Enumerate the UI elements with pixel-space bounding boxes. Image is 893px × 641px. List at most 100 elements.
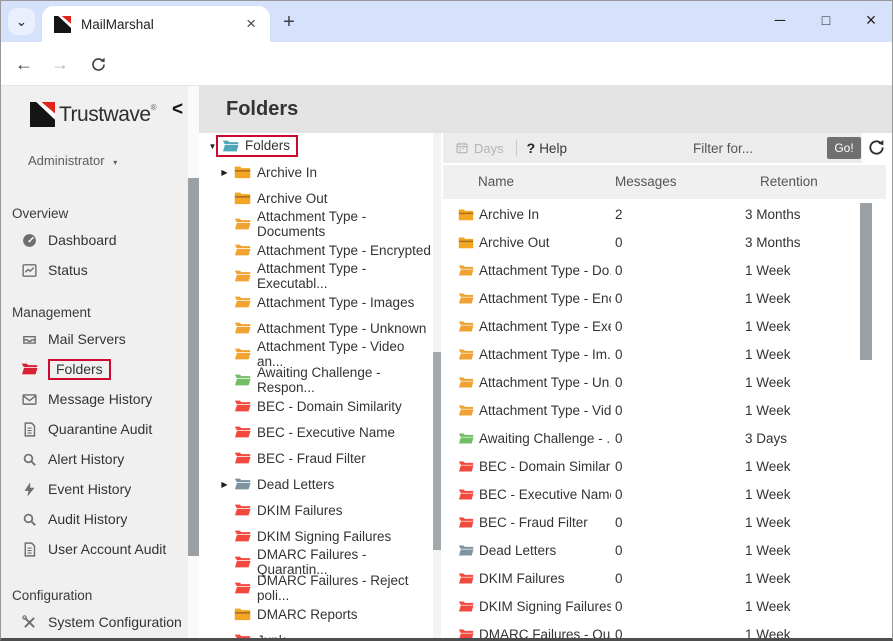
table-row-bec-fraud-filter[interactable]: BEC - Fraud Filter01 Week [443,509,886,537]
sidebar-item-dashboard[interactable]: Dashboard [0,225,199,255]
tree-item-dmarc-failures-quarantin[interactable]: DMARC Failures - Quarantin... [199,549,433,575]
sidebar-scrollbar[interactable] [188,86,199,641]
tree-item-bec-executive-name[interactable]: BEC - Executive Name [199,419,433,445]
table-row-attachment-type-un[interactable]: Attachment Type - Un...01 Week [443,369,886,397]
table-row-attachment-type-vid[interactable]: Attachment Type - Vid...01 Week [443,397,886,425]
table-row-dkim-failures[interactable]: DKIM Failures01 Week [443,565,886,593]
table-row-bec-executive-name[interactable]: BEC - Executive Name01 Week [443,481,886,509]
sidebar-item-status[interactable]: Status [0,255,199,285]
folder-open-icon [458,488,474,501]
refresh-button[interactable] [867,138,887,158]
browser-navbar: ← → win-lmkm3l89tmn/folder/1 ☆ ⋮ [0,42,893,86]
sidebar-item-folders[interactable]: Folders [0,354,199,384]
tools-icon [20,613,38,631]
tree-item-attachment-type-executabl[interactable]: Attachment Type - Executabl... [199,263,433,289]
sidebar-item-event-history[interactable]: Event History [0,474,199,504]
table-row-archive-in[interactable]: Archive In23 Months [443,201,886,229]
sidebar-collapse-button[interactable]: < [172,99,183,121]
table-row-attachment-type-enc[interactable]: Attachment Type - Enc...01 Week [443,285,886,313]
window-maximize-button[interactable]: □ [804,0,848,40]
table-row-archive-out[interactable]: Archive Out03 Months [443,229,886,257]
table-row-dead-letters[interactable]: Dead Letters01 Week [443,537,886,565]
column-header-retention[interactable]: Retention [760,174,818,189]
tree-scrollbar[interactable] [433,133,441,641]
column-header-name[interactable]: Name [478,174,514,189]
tree-item-archive-out[interactable]: Archive Out [199,185,433,211]
tree-item-bec-fraud-filter[interactable]: BEC - Fraud Filter [199,445,433,471]
tree-item-dead-letters[interactable]: ▶Dead Letters [199,471,433,497]
sidebar-item-quarantine-audit[interactable]: Quarantine Audit [0,414,199,444]
table-row-attachment-type-exe[interactable]: Attachment Type - Exe...01 Week [443,313,886,341]
tree-item-attachment-type-encrypted[interactable]: Attachment Type - Encrypted [199,237,433,263]
reload-button[interactable] [83,42,113,86]
tree-item-dmarc-reports[interactable]: DMARC Reports [199,601,433,627]
tab-close-icon[interactable]: × [242,14,260,34]
browser-tab[interactable]: MailMarshal × [42,6,270,42]
folder-open-icon [232,425,257,439]
days-button[interactable]: Days [455,141,504,156]
tree-item-folders[interactable]: ▼Folders [199,133,433,159]
browser-window: ⌄ MailMarshal × + ─ □ × ← → win-lmkm3l89… [0,0,893,641]
tree-item-awaiting-challenge-respon[interactable]: Awaiting Challenge - Respon... [199,367,433,393]
new-tab-button[interactable]: + [276,9,302,35]
table-row-attachment-type-im[interactable]: Attachment Type - Im...01 Week [443,341,886,369]
sidebar-item-alert-history[interactable]: Alert History [0,444,199,474]
sidebar-item-system-configuration[interactable]: System Configuration [0,607,199,637]
go-button[interactable]: Go! [827,137,861,159]
expander-right-icon[interactable]: ▶ [217,168,232,177]
expander-right-icon[interactable]: ▶ [217,480,232,489]
window-minimize-button[interactable]: ─ [758,0,802,40]
sidebar-item-label: Mail Servers [48,331,126,347]
cell-name: DKIM Failures [479,571,611,586]
doc-icon [20,420,38,438]
folder-tree-panel: ▼Folders▶Archive In Archive Out Attachment… [199,133,433,641]
tree-item-attachment-type-images[interactable]: Attachment Type - Images [199,289,433,315]
sidebar-item-message-history[interactable]: Message History [0,384,199,414]
forward-button[interactable]: → [45,42,75,86]
tree-item-label: Attachment Type - Documents [257,209,433,239]
column-header-messages[interactable]: Messages [615,174,677,189]
tree-item-archive-in[interactable]: ▶Archive In [199,159,433,185]
table-row-dkim-signing-failures[interactable]: DKIM Signing Failures01 Week [443,593,886,621]
registered-mark: ® [151,103,156,112]
tree-item-label: DMARC Reports [257,607,358,622]
user-menu[interactable]: Administrator ▾ [28,153,199,168]
filter-input[interactable] [693,136,823,160]
window-close-button[interactable]: × [849,0,893,40]
tab-list-button[interactable]: ⌄ [8,8,35,35]
sidebar-item-user-account-audit[interactable]: User Account Audit [0,534,199,564]
tree-item-dkim-signing-failures[interactable]: DKIM Signing Failures [199,523,433,549]
tree-label-box: DMARC Reports [232,607,358,622]
tree-label-box: DKIM Signing Failures [232,529,391,544]
page-title: Folders [226,98,298,121]
sidebar-item-email-policy[interactable]: Email Policy [0,637,199,641]
cell-messages: 0 [615,571,623,586]
table-row-dmarc-failures-qua[interactable]: DMARC Failures - Qua...01 Week [443,621,886,641]
tree-item-dmarc-failures-reject-poli[interactable]: DMARC Failures - Reject poli... [199,575,433,601]
tree-item-dkim-failures[interactable]: DKIM Failures [199,497,433,523]
sidebar-item-audit-history[interactable]: Audit History [0,504,199,534]
sidebar-item-label: Dashboard [48,232,117,248]
tree-item-attachment-type-video-an[interactable]: Attachment Type - Video an... [199,341,433,367]
tree-label-box: Attachment Type - Executabl... [232,261,433,291]
folder-open-icon [458,432,474,445]
sidebar-scrollbar-thumb[interactable] [188,178,199,556]
table-scrollbar-thumb[interactable] [860,203,872,360]
chart-icon [20,261,38,279]
tree-item-junk[interactable]: Junk [199,627,433,641]
tree-scrollbar-thumb[interactable] [433,352,441,550]
tree-item-attachment-type-unknown[interactable]: Attachment Type - Unknown [199,315,433,341]
help-button[interactable]: ? Help [527,140,567,156]
back-button[interactable]: ← [9,42,39,86]
table-row-bec-domain-similarity[interactable]: BEC - Domain Similarity01 Week [443,453,886,481]
tree-label-box: Archive Out [232,191,328,206]
table-row-attachment-type-do[interactable]: Attachment Type - Do...01 Week [443,257,886,285]
tree-item-attachment-type-documents[interactable]: Attachment Type - Documents [199,211,433,237]
table-row-awaiting-challenge[interactable]: Awaiting Challenge - ...03 Days [443,425,886,453]
refresh-icon [867,138,886,157]
tree-item-bec-domain-similarity[interactable]: BEC - Domain Similarity [199,393,433,419]
chevron-down-icon: ▾ [113,158,117,167]
sidebar-item-mail-servers[interactable]: Mail Servers [0,324,199,354]
cell-messages: 0 [615,543,623,558]
cell-messages: 2 [615,207,623,222]
